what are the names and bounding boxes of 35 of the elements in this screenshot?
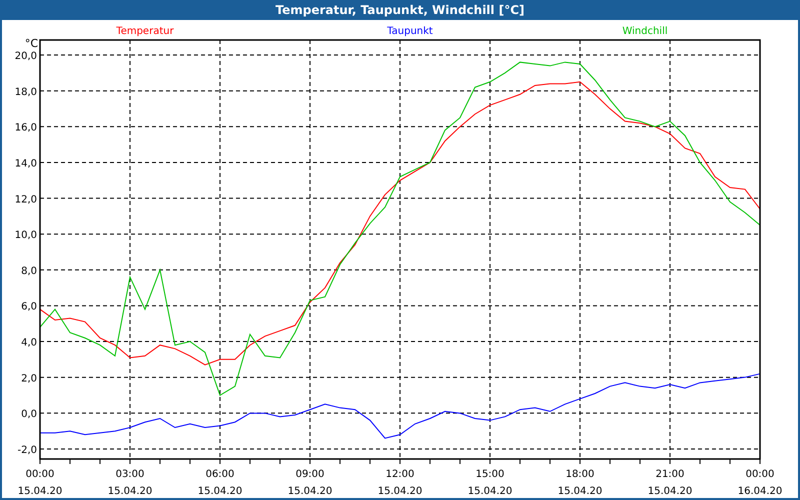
y-tick-label: 8,0 (21, 266, 37, 277)
x-tick-label: 03:00 (116, 469, 144, 480)
y-tick-label: 14,0 (14, 158, 37, 170)
date-label: 15.04.20 (468, 486, 512, 497)
x-tick-label: 00:00 (26, 469, 54, 480)
y-tick-label: 0,0 (21, 409, 37, 420)
y-tick-label: 18,0 (14, 86, 37, 98)
y-tick-label: 2,0 (21, 373, 37, 384)
date-label: 15.04.20 (288, 486, 332, 497)
x-tick-label: 12:00 (386, 469, 414, 480)
legend-label: Taupunkt (387, 26, 433, 37)
date-label: 15.04.20 (558, 486, 602, 497)
date-label: 15.04.20 (648, 486, 692, 497)
x-tick-label: 18:00 (566, 469, 594, 480)
x-tick-label: 06:00 (206, 469, 234, 480)
legend-label: Temperatur (116, 26, 174, 37)
y-tick-label: 6,0 (21, 302, 37, 313)
y-tick-label: 4,0 (21, 338, 37, 349)
unit-label: °C (24, 37, 38, 50)
x-tick-label: 09:00 (296, 469, 324, 480)
date-label: 15.04.20 (378, 486, 422, 497)
date-label: 16.04.20 (738, 486, 782, 497)
y-tick-label: 16,0 (14, 122, 37, 134)
date-label: 15.04.20 (108, 486, 152, 497)
y-tick-label: 10,0 (14, 230, 37, 242)
date-label: 15.04.20 (198, 486, 242, 497)
x-tick-label: 15:00 (476, 469, 504, 480)
y-tick-label: -2,0 (17, 444, 37, 456)
window-title: Temperatur, Taupunkt, Windchill [°C] (274, 2, 526, 19)
y-tick-label: 12,0 (14, 194, 37, 206)
x-tick-label: 00:00 (746, 469, 774, 480)
y-tick-label: 20,0 (14, 51, 37, 62)
x-tick-label: 21:00 (656, 469, 684, 480)
legend-label: Windchill (622, 26, 668, 37)
date-label: 15.04.20 (18, 486, 62, 497)
